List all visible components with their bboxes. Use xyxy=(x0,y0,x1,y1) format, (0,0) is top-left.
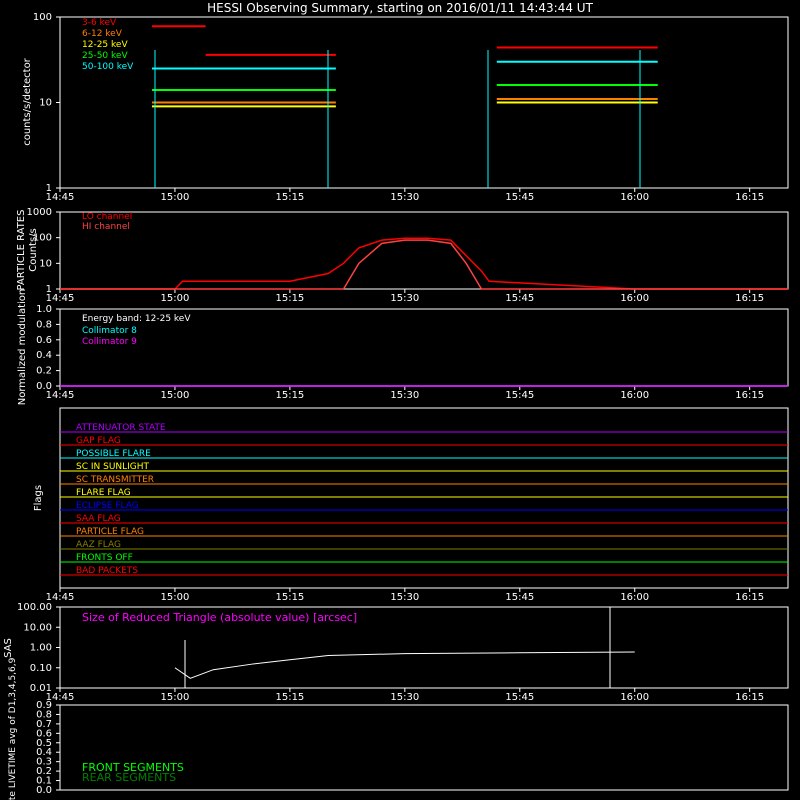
panel2-title: PARTICLE RATES xyxy=(16,210,27,291)
panel3-y-tick-label: 1.0 xyxy=(36,304,52,315)
flag-label-2: POSSIBLE FLARE xyxy=(76,449,151,459)
flag-label-9: AAZ FLAG xyxy=(76,540,121,550)
flag-label-4: SC TRANSMITTER xyxy=(76,475,154,485)
panel1-ylabel: counts/s/detector xyxy=(22,57,33,145)
panel4-x-tick-label: 15:00 xyxy=(161,592,190,603)
panel5-y-tick-label: 0.01 xyxy=(30,683,52,694)
panel2-x-tick-label: 15:45 xyxy=(505,293,534,304)
panel3-y-tick-label: 0.0 xyxy=(36,381,52,392)
panel2-x-tick-label: 16:15 xyxy=(735,293,764,304)
panel2-frame xyxy=(59,211,789,290)
panel3-y-tick-label: 0.8 xyxy=(36,319,52,330)
panel5-y-tick-label: 1.00 xyxy=(30,643,52,654)
panel3-y-tick-label: 0.6 xyxy=(36,335,52,346)
panel5-x-tick-label: 16:00 xyxy=(620,692,649,703)
panel3-x-tick-label: 16:00 xyxy=(620,390,649,401)
panel6-legend-1: REAR SEGMENTS xyxy=(82,771,176,784)
panel3-legend-1: Collimator 9 xyxy=(82,337,137,347)
panel2-legend-0: LO channel xyxy=(82,212,132,222)
panel6-y-tick-label: 0.6 xyxy=(36,728,52,739)
panel2-y-tick-label: 1000 xyxy=(27,207,52,218)
panel1-y-tick-label: 100 xyxy=(33,12,52,23)
panel2-series-1-line xyxy=(60,239,788,290)
flag-label-1: GAP FLAG xyxy=(76,436,121,446)
panel1-y-tick-label: 10 xyxy=(39,98,52,109)
panel3-x-tick-label: 15:15 xyxy=(275,390,304,401)
main-title: HESSI Observing Summary, starting on 201… xyxy=(207,1,593,15)
panel2-legend-1: HI channel xyxy=(82,222,130,232)
panel1-x-tick-label: 15:45 xyxy=(505,192,534,203)
panel1-legend-0: 3-6 keV xyxy=(82,18,117,28)
panel5-series-line xyxy=(174,651,635,679)
panel3-annotation: Energy band: 12-25 keV xyxy=(82,314,191,324)
panel1-legend-2: 12-25 keV xyxy=(82,40,128,50)
flag-label-7: SAA FLAG xyxy=(76,514,121,524)
panel5-x-tick-label: 15:30 xyxy=(390,692,419,703)
panel6-y-tick-label: 0.5 xyxy=(36,738,52,749)
panel5-ylabel: SAS xyxy=(3,638,14,658)
panel2-series-0-line xyxy=(60,237,788,290)
panel1-x-tick-label: 15:30 xyxy=(390,192,419,203)
panel5-x-tick-label: 15:00 xyxy=(161,692,190,703)
panel1-legend-1: 6-12 keV xyxy=(82,29,123,39)
flag-label-10: FRONTS OFF xyxy=(76,553,133,563)
panel1-y-tick-label: 1 xyxy=(46,183,52,194)
panel4-x-tick-label: 15:15 xyxy=(275,592,304,603)
panel4-ylabel: Flags xyxy=(33,485,44,511)
panel5-y-tick-label: 100.00 xyxy=(17,602,52,613)
panel2-x-tick-label: 15:30 xyxy=(390,293,419,304)
panel1-x-tick-label: 16:15 xyxy=(735,192,764,203)
panel2-y-tick-label: 1 xyxy=(46,284,52,295)
panel3-y-tick-label: 0.2 xyxy=(36,366,52,377)
panel2-x-tick-label: 15:00 xyxy=(161,293,190,304)
panel4-x-tick-label: 16:00 xyxy=(620,592,649,603)
panel4-frame xyxy=(59,407,789,589)
panel1-legend-4: 50-100 keV xyxy=(82,62,134,72)
panel3-y-tick-label: 0.4 xyxy=(36,350,52,361)
flag-label-11: BAD PACKETS xyxy=(76,566,138,576)
panel6-y-tick-label: 0.9 xyxy=(36,700,52,711)
panel4-x-tick-label: 16:15 xyxy=(735,592,764,603)
panel3-x-tick-label: 16:15 xyxy=(735,390,764,401)
flag-label-6: ECLIPSE FLAG xyxy=(76,501,139,511)
panel6-ylabel: Mon. Rate LIVETIME avg of D1,3,4,5,6,9 xyxy=(8,657,18,800)
panel6-y-tick-label: 0.8 xyxy=(36,709,52,720)
panel2-x-tick-label: 15:15 xyxy=(275,293,304,304)
flag-label-5: FLARE FLAG xyxy=(76,488,131,498)
panel2-y-tick-label: 10 xyxy=(39,258,52,269)
panel6-y-tick-label: 0.4 xyxy=(36,747,52,758)
panel2-ylabel: Counts/s xyxy=(28,228,39,272)
panel5-y-tick-label: 10.00 xyxy=(23,622,52,633)
panel6-y-tick-label: 0.3 xyxy=(36,757,52,768)
panel6-y-tick-label: 0.1 xyxy=(36,776,52,787)
flag-label-3: SC IN SUNLIGHT xyxy=(76,462,150,472)
panel3-x-tick-label: 15:45 xyxy=(505,390,534,401)
panel6-y-tick-label: 0.0 xyxy=(36,785,52,796)
panel3-ylabel: Normalized modulation xyxy=(17,289,28,406)
panel3-legend-0: Collimator 8 xyxy=(82,326,137,336)
panel1-legend-3: 25-50 keV xyxy=(82,51,128,61)
hessi-observing-summary-chart: HESSI Observing Summary, starting on 201… xyxy=(3,1,789,800)
panel5-title: Size of Reduced Triangle (absolute value… xyxy=(82,611,357,624)
panel4-x-tick-label: 15:30 xyxy=(390,592,419,603)
panel5-x-tick-label: 15:15 xyxy=(275,692,304,703)
panel1-x-tick-label: 15:00 xyxy=(161,192,190,203)
panel5-y-tick-label: 0.10 xyxy=(30,663,52,674)
panel1-x-tick-label: 16:00 xyxy=(620,192,649,203)
panel4-x-tick-label: 15:45 xyxy=(505,592,534,603)
panel2-x-tick-label: 16:00 xyxy=(620,293,649,304)
panel6-y-tick-label: 0.7 xyxy=(36,719,52,730)
panel5-x-tick-label: 15:45 xyxy=(505,692,534,703)
panel3-x-tick-label: 15:00 xyxy=(161,390,190,401)
panel5-x-tick-label: 16:15 xyxy=(735,692,764,703)
flag-label-0: ATTENUATOR STATE xyxy=(76,423,166,433)
panel1-x-tick-label: 15:15 xyxy=(275,192,304,203)
flag-label-8: PARTICLE FLAG xyxy=(76,527,144,537)
panel3-x-tick-label: 15:30 xyxy=(390,390,419,401)
panel6-y-tick-label: 0.2 xyxy=(36,766,52,777)
